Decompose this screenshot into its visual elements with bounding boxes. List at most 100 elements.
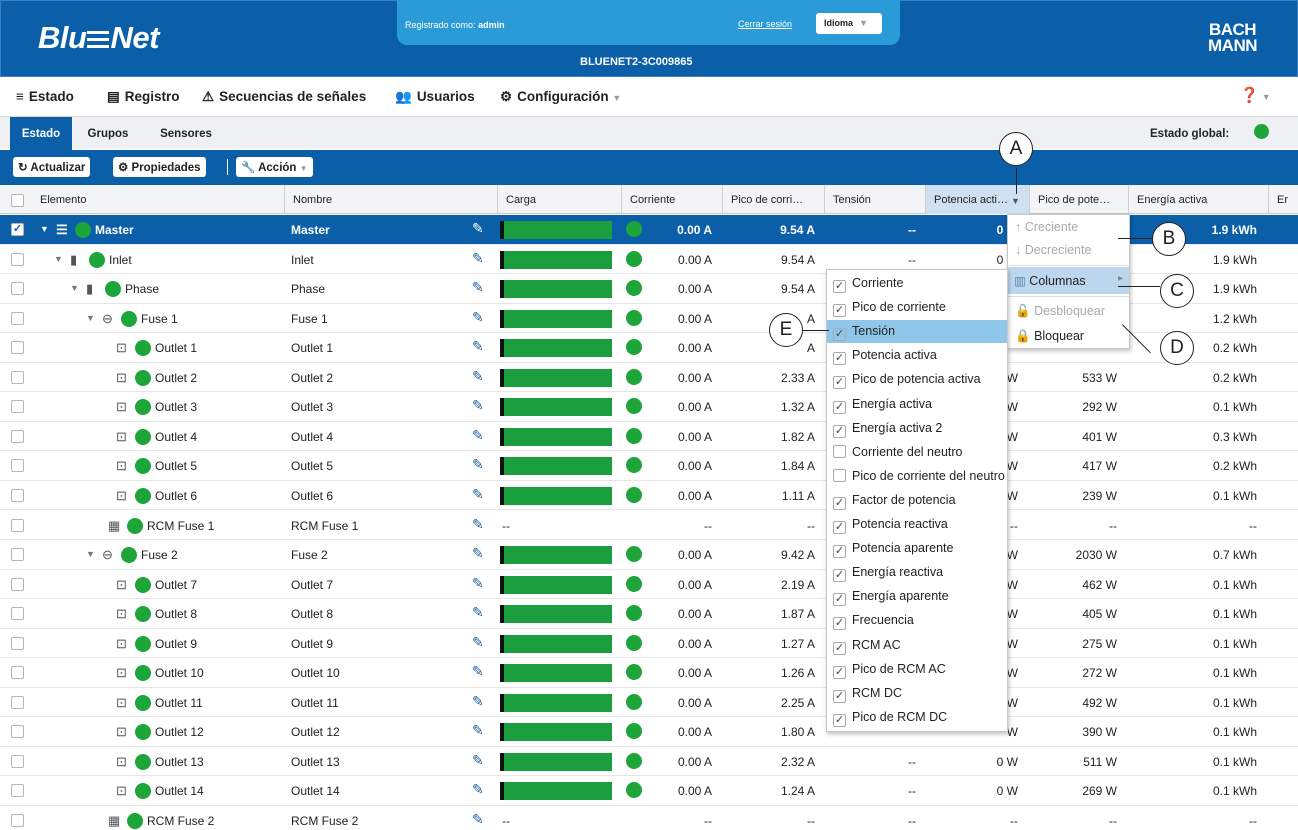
col-pico-potencia[interactable]: Pico de pote… — [1029, 185, 1128, 214]
col-corriente[interactable]: Corriente — [621, 185, 722, 214]
table-row[interactable]: ⊡ Outlet 11 Outlet 11 ✎ 0.00 A 2.25 A W 492 W 0.… — [0, 687, 1298, 718]
row-checkbox[interactable] — [11, 814, 24, 827]
column-menu-trigger[interactable]: ▼ — [1011, 196, 1020, 206]
column-checkbox[interactable] — [833, 444, 846, 458]
column-checkbox[interactable] — [833, 468, 846, 482]
edit-icon[interactable]: ✎ — [472, 397, 484, 414]
table-row[interactable]: ⊡ Outlet 6 Outlet 6 ✎ 0.00 A 1.11 A W 239 W 0.1 … — [0, 480, 1298, 511]
menu-secuencias[interactable]: ⚠ Secuencias de señales — [202, 89, 366, 105]
edit-icon[interactable]: ✎ — [472, 220, 484, 237]
column-toggle-item[interactable]: Pico de corriente del neutro — [827, 465, 1007, 488]
col-pico-corriente[interactable]: Pico de corri… — [722, 185, 824, 214]
row-checkbox[interactable] — [11, 666, 24, 680]
row-checkbox[interactable] — [11, 725, 24, 739]
row-checkbox[interactable] — [11, 341, 24, 355]
menu-configuracion[interactable]: ⚙ Configuración ▼ — [500, 89, 621, 105]
column-toggle-item[interactable]: ✓ Pico de RCM AC — [827, 658, 1007, 681]
expand-toggle-icon[interactable]: ▼ — [86, 549, 95, 559]
tab-estado[interactable]: Estado — [10, 117, 72, 150]
lock-item[interactable]: 🔒 Bloquear — [1015, 329, 1084, 344]
row-checkbox[interactable] — [11, 252, 24, 266]
row-checkbox[interactable] — [11, 282, 24, 296]
language-select[interactable]: Idioma ▼ — [816, 13, 882, 34]
expand-toggle-icon[interactable]: ▼ — [40, 224, 49, 234]
edit-icon[interactable]: ✎ — [472, 368, 484, 385]
refresh-button[interactable]: ↻ Actualizar — [13, 157, 91, 177]
column-checkbox[interactable]: ✓ — [833, 569, 846, 583]
edit-icon[interactable]: ✎ — [472, 693, 484, 710]
help-button[interactable]: ❓ ▼ — [1240, 86, 1271, 104]
edit-icon[interactable]: ✎ — [472, 752, 484, 769]
table-row[interactable]: ⊡ Outlet 14 Outlet 14 ✎ 0.00 A 1.24 A -- 0 W 269… — [0, 776, 1298, 806]
logout-link[interactable]: Cerrar sesión — [738, 19, 792, 29]
column-toggle-item[interactable]: ✓ Potencia aparente — [827, 537, 1007, 560]
column-checkbox[interactable]: ✓ — [833, 689, 846, 703]
edit-icon[interactable]: ✎ — [472, 516, 484, 533]
row-checkbox[interactable] — [11, 400, 24, 414]
row-checkbox[interactable]: ✓ — [11, 223, 24, 236]
expand-toggle-icon[interactable]: ▼ — [70, 283, 79, 293]
menu-estado[interactable]: ≡ Estado — [16, 89, 74, 104]
column-toggle-item[interactable]: ✓ Pico de potencia activa — [827, 368, 1007, 391]
table-row[interactable]: ▦ RCM Fuse 2 RCM Fuse 2 ✎ -- -- -- -- -- -- -- — [0, 806, 1298, 830]
column-checkbox[interactable]: ✓ — [833, 593, 846, 607]
row-checkbox[interactable] — [11, 607, 24, 621]
expand-toggle-icon[interactable]: ▼ — [54, 254, 63, 264]
column-toggle-item[interactable]: ✓ Factor de potencia — [827, 489, 1007, 512]
column-checkbox[interactable]: ✓ — [833, 280, 846, 293]
column-checkbox[interactable]: ✓ — [833, 641, 846, 655]
tab-sensores[interactable]: Sensores — [148, 117, 224, 150]
table-row[interactable]: ⊡ Outlet 8 Outlet 8 ✎ 0.00 A 1.87 A W 405 W 0.1 … — [0, 599, 1298, 629]
col-elemento[interactable]: Elemento — [32, 185, 284, 214]
col-next[interactable]: Er — [1268, 185, 1298, 214]
columns-item[interactable]: ▥ Columnas ▸ — [1008, 267, 1129, 294]
column-checkbox[interactable]: ✓ — [833, 328, 846, 342]
unlock-item[interactable]: 🔓 Desbloquear — [1015, 304, 1105, 319]
table-row[interactable]: ⊡ Outlet 12 Outlet 12 ✎ 0.00 A 1.80 A W 390 W 0.… — [0, 717, 1298, 747]
edit-icon[interactable]: ✎ — [472, 811, 484, 828]
edit-icon[interactable]: ✎ — [472, 604, 484, 621]
table-row[interactable]: ⊡ Outlet 7 Outlet 7 ✎ 0.00 A 2.19 A W 462 W 0.1 … — [0, 569, 1298, 600]
column-checkbox[interactable]: ✓ — [833, 617, 846, 631]
col-carga[interactable]: Carga — [497, 185, 621, 214]
table-row[interactable]: ⊡ Outlet 2 Outlet 2 ✎ 0.00 A 2.33 A W 533 W 0.2 … — [0, 362, 1298, 393]
sort-descending-item[interactable]: ↓ Decreciente — [1015, 243, 1091, 257]
table-row[interactable]: ▦ RCM Fuse 1 RCM Fuse 1 ✎ -- -- -- -- -- -- — [0, 510, 1298, 540]
column-checkbox[interactable]: ✓ — [833, 713, 846, 727]
column-toggle-item[interactable]: Corriente del neutro — [827, 441, 1007, 464]
edit-icon[interactable]: ✎ — [472, 486, 484, 503]
column-toggle-item[interactable]: ✓ RCM DC — [827, 682, 1007, 705]
col-energia-activa[interactable]: Energía activa — [1128, 185, 1268, 214]
row-checkbox[interactable] — [11, 311, 24, 325]
row-checkbox[interactable] — [11, 488, 24, 502]
column-checkbox[interactable]: ✓ — [833, 352, 846, 366]
edit-icon[interactable]: ✎ — [472, 427, 484, 444]
column-toggle-item[interactable]: ✓ Corriente — [827, 272, 1007, 295]
menu-usuarios[interactable]: 👥 Usuarios — [395, 89, 475, 105]
column-checkbox[interactable]: ✓ — [833, 545, 846, 559]
table-row[interactable]: ⊡ Outlet 4 Outlet 4 ✎ 0.00 A 1.82 A W 401 W 0.3 … — [0, 421, 1298, 452]
edit-icon[interactable]: ✎ — [472, 338, 484, 355]
column-toggle-item[interactable]: ✓ Energía reactiva — [827, 561, 1007, 584]
edit-icon[interactable]: ✎ — [472, 663, 484, 680]
edit-icon[interactable]: ✎ — [472, 575, 484, 592]
table-row[interactable]: ⊡ Outlet 10 Outlet 10 ✎ 0.00 A 1.26 A W 272 W 0.… — [0, 658, 1298, 688]
table-row[interactable]: ▼ ⊖ Fuse 2 Fuse 2 ✎ 0.00 A 9.42 A W 2030 W 0.7 kW… — [0, 540, 1298, 570]
select-all-checkbox[interactable] — [11, 194, 24, 207]
expand-toggle-icon[interactable]: ▼ — [86, 313, 95, 323]
column-toggle-item[interactable]: ✓ Pico de RCM DC — [827, 706, 1007, 729]
edit-icon[interactable]: ✎ — [472, 545, 484, 562]
row-checkbox[interactable] — [11, 784, 24, 798]
edit-icon[interactable]: ✎ — [472, 456, 484, 473]
column-checkbox[interactable]: ✓ — [833, 665, 846, 679]
row-checkbox[interactable] — [11, 429, 24, 443]
table-row[interactable]: ⊡ Outlet 13 Outlet 13 ✎ 0.00 A 2.32 A -- 0 W 511… — [0, 746, 1298, 777]
column-toggle-item[interactable]: ✓ RCM AC — [827, 634, 1007, 657]
row-checkbox[interactable] — [11, 577, 24, 591]
row-checkbox[interactable] — [11, 518, 24, 532]
edit-icon[interactable]: ✎ — [472, 279, 484, 296]
edit-icon[interactable]: ✎ — [472, 722, 484, 739]
row-checkbox[interactable] — [11, 370, 24, 384]
column-toggle-item[interactable]: ✓ Tensión — [827, 320, 1007, 344]
menu-registro[interactable]: ▤ Registro — [107, 89, 180, 105]
